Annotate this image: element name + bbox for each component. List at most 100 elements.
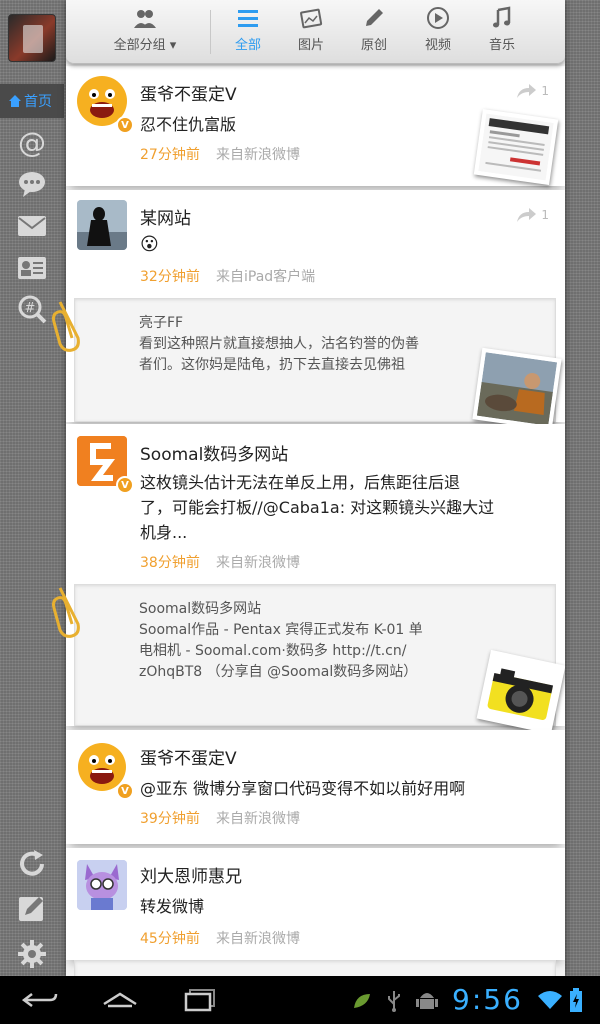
post-source: 来自iPad客户端 bbox=[216, 269, 316, 285]
retweet-button[interactable]: 1 bbox=[515, 82, 549, 100]
group-filter-label: 全部分组 ▾ bbox=[113, 38, 177, 53]
battery-charging-icon bbox=[570, 988, 582, 1012]
sidebar: 首页 @ # bbox=[0, 0, 64, 976]
group-filter-button[interactable]: 全部分组 ▾ bbox=[90, 6, 200, 56]
house-icon bbox=[103, 992, 137, 1008]
timeline-feed[interactable]: 全部分组 ▾ 全部 图片 原创 视频 音乐 V 蛋爷不蛋定V 忍不住仇富版 27… bbox=[66, 0, 565, 976]
post-time: 27分钟前 bbox=[140, 147, 200, 163]
pencil-icon bbox=[366, 9, 383, 26]
quoted-post[interactable]: Soomal数码多网站 Soomal作品 - Pentax 宾得正式发布 K-0… bbox=[74, 584, 565, 735]
compose-icon[interactable] bbox=[14, 890, 50, 926]
home-icon bbox=[9, 95, 21, 107]
post-source: 来自新浪微博 bbox=[216, 931, 300, 947]
user-avatar[interactable] bbox=[8, 14, 56, 62]
quoted-text-line: 看到这种照片就直接想抽人，沽名钓誉的伪善 bbox=[139, 336, 419, 352]
music-icon bbox=[493, 6, 511, 28]
usb-icon bbox=[388, 991, 400, 1012]
retweet-count: 1 bbox=[541, 208, 549, 222]
post-card[interactable]: V 蛋爷不蛋定V 忍不住仇富版 27分钟前 来自新浪微博 1 bbox=[66, 66, 565, 186]
image-icon bbox=[300, 8, 323, 29]
quoted-image-thumbnail[interactable] bbox=[476, 649, 565, 735]
hashtag-search-icon[interactable]: # bbox=[14, 291, 50, 327]
settings-icon[interactable] bbox=[14, 936, 50, 972]
sidebar-item-home[interactable]: 首页 bbox=[0, 84, 64, 118]
recent-apps-button[interactable] bbox=[178, 984, 222, 1016]
quoted-post[interactable]: 亮子FF 看到这种照片就直接想抽人，沽名钓誉的伪善 者们。这你妈是陆龟，扔下去直… bbox=[74, 298, 562, 431]
post-card[interactable]: V Soomal数码多网站 这枚镜头估计无法在单反上用，后焦距往后退 了，可能会… bbox=[66, 424, 565, 735]
retweet-button[interactable]: 1 bbox=[515, 206, 549, 224]
tab-original[interactable]: 原创 bbox=[352, 6, 396, 56]
post-source: 来自新浪微博 bbox=[216, 555, 300, 571]
post-text: @亚东 微博分享窗口代码变得不如以前好用啊 bbox=[140, 779, 466, 798]
quoted-text-line: 者们。这你妈是陆龟，扔下去直接去见佛祖 bbox=[139, 357, 405, 373]
post-time: 38分钟前 bbox=[140, 555, 200, 571]
refresh-icon[interactable] bbox=[14, 846, 50, 882]
post-text: 😮 bbox=[140, 234, 159, 255]
tab-label: 音乐 bbox=[488, 38, 515, 53]
svg-text:@: @ bbox=[18, 127, 46, 157]
post-username[interactable]: Soomal数码多网站 bbox=[140, 440, 288, 465]
post-text-line: 了，可能会打板//@Caba1a: 对这颗镜头兴趣大过 bbox=[140, 498, 495, 517]
quoted-post[interactable] bbox=[74, 960, 556, 976]
tab-images[interactable]: 图片 bbox=[289, 6, 333, 56]
retweet-icon bbox=[517, 84, 537, 98]
group-icon bbox=[134, 10, 156, 28]
post-time: 32分钟前 bbox=[140, 269, 200, 285]
back-button[interactable] bbox=[18, 984, 62, 1016]
quoted-image-thumbnail[interactable] bbox=[472, 347, 562, 431]
post-username[interactable]: 蛋爷不蛋定V bbox=[140, 80, 237, 105]
quoted-text-line: zOhqBT8 （分享自 @Soomal数码多网站） bbox=[139, 664, 418, 680]
quoted-author[interactable]: 亮子FF bbox=[139, 313, 183, 334]
android-debug-icon bbox=[416, 993, 438, 1009]
sidebar-home-label: 首页 bbox=[24, 94, 52, 110]
quoted-text-line: Soomal作品 - Pentax 宾得正式发布 K-01 单 bbox=[139, 622, 423, 638]
contact-card-icon[interactable] bbox=[14, 250, 50, 286]
svg-text:#: # bbox=[25, 301, 36, 316]
post-text: 转发微博 bbox=[140, 897, 205, 916]
post-card[interactable]: 刘大恩师惠兄 转发微博 45分钟前 来自新浪微博 bbox=[66, 848, 565, 960]
tab-label: 全部 bbox=[234, 38, 261, 53]
mention-icon[interactable]: @ bbox=[14, 124, 50, 160]
wifi-icon bbox=[538, 991, 562, 1009]
mail-icon[interactable] bbox=[14, 208, 50, 244]
user-avatar[interactable] bbox=[77, 860, 127, 910]
leaf-notification-icon bbox=[354, 994, 370, 1008]
post-time: 39分钟前 bbox=[140, 811, 200, 827]
post-text-line: 这枚镜头估计无法在单反上用，后焦距往后退 bbox=[140, 473, 461, 492]
retweet-count: 1 bbox=[541, 84, 549, 98]
post-username[interactable]: 刘大恩师惠兄 bbox=[140, 862, 242, 887]
play-icon bbox=[427, 7, 449, 29]
retweet-icon bbox=[517, 208, 537, 222]
paperclip-icon bbox=[52, 301, 80, 352]
post-text-line: 机身... bbox=[140, 523, 188, 542]
status-clock: 9:56 bbox=[452, 983, 523, 1016]
back-icon bbox=[22, 993, 58, 1007]
tab-label: 图片 bbox=[297, 38, 324, 53]
quoted-text-line: 电相机 - Soomal.com·数码多 http://t.cn/ bbox=[139, 643, 407, 659]
paperclip-icon bbox=[52, 587, 80, 638]
post-time: 45分钟前 bbox=[140, 931, 200, 947]
tab-label: 原创 bbox=[360, 38, 387, 53]
system-navigation-bar: 9:56 bbox=[0, 976, 600, 1024]
tab-label: 视频 bbox=[424, 38, 451, 53]
tab-all[interactable]: 全部 bbox=[226, 6, 270, 56]
header-divider bbox=[210, 10, 211, 54]
post-image-thumbnail[interactable] bbox=[473, 109, 559, 185]
top-tab-bar: 全部分组 ▾ 全部 图片 原创 视频 音乐 bbox=[66, 0, 565, 64]
verified-badge: V bbox=[116, 116, 134, 134]
post-username[interactable]: 某网站 bbox=[140, 204, 191, 229]
post-source: 来自新浪微博 bbox=[216, 811, 300, 827]
tab-music[interactable]: 音乐 bbox=[480, 6, 524, 56]
post-card[interactable]: V 蛋爷不蛋定V @亚东 微博分享窗口代码变得不如以前好用啊 39分钟前 来自新… bbox=[66, 730, 565, 844]
user-avatar[interactable] bbox=[77, 200, 127, 250]
post-card[interactable]: 某网站 😮 32分钟前 来自iPad客户端 1 亮子FF 看到这种照片就直接想抽… bbox=[66, 190, 565, 431]
post-username[interactable]: 蛋爷不蛋定V bbox=[140, 744, 237, 769]
list-icon bbox=[238, 10, 258, 27]
recent-apps-icon bbox=[184, 989, 215, 1012]
tab-video[interactable]: 视频 bbox=[416, 6, 460, 56]
home-button[interactable] bbox=[98, 984, 142, 1016]
verified-badge: V bbox=[116, 782, 134, 800]
post-source: 来自新浪微博 bbox=[216, 147, 300, 163]
comment-icon[interactable] bbox=[14, 166, 50, 202]
quoted-author[interactable]: Soomal数码多网站 bbox=[139, 599, 261, 620]
